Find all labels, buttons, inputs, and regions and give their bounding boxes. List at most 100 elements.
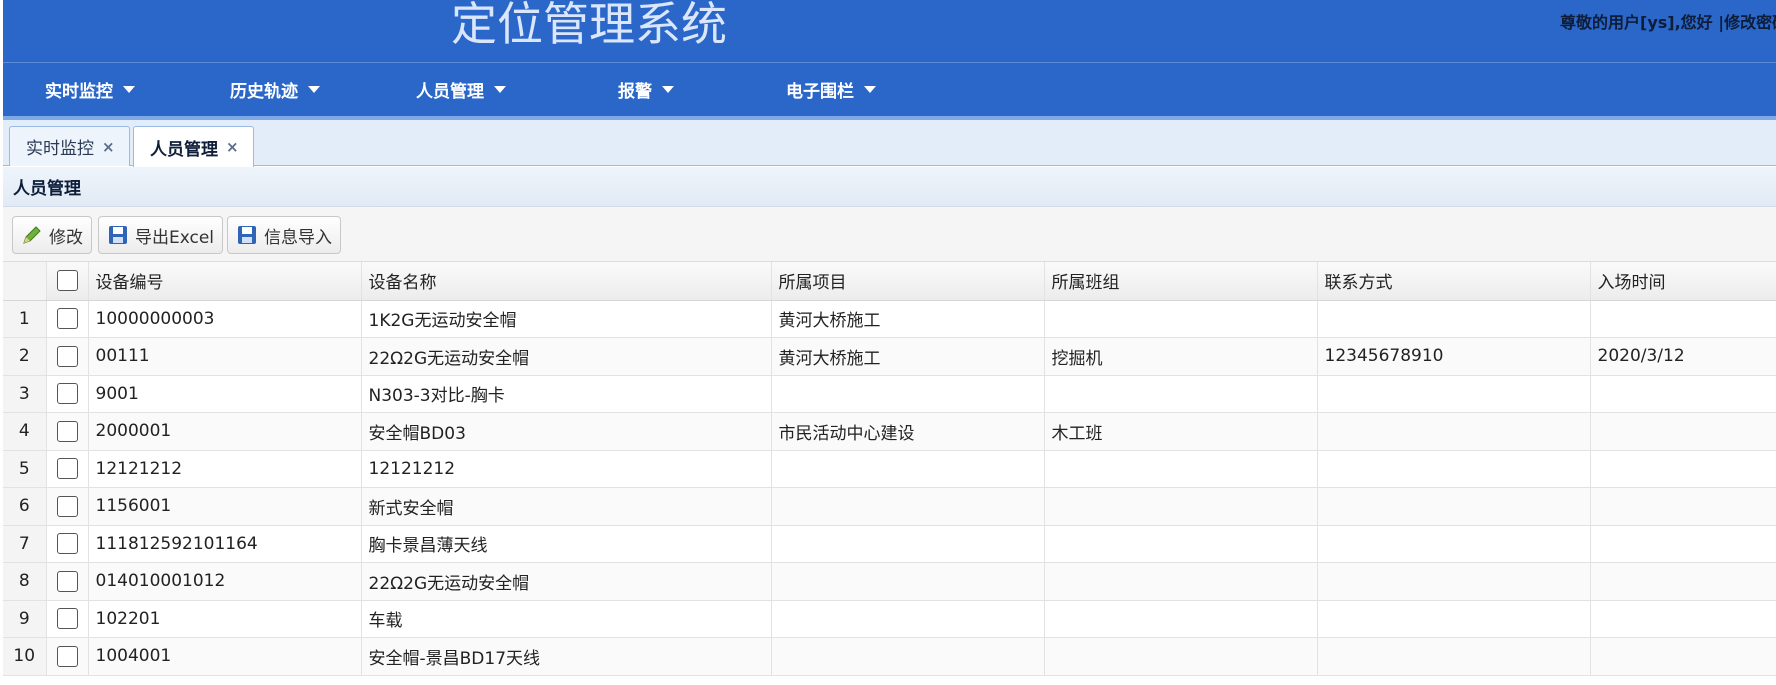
column-header-device-name[interactable]: 设备名称	[361, 262, 772, 301]
cell-team	[1044, 525, 1318, 563]
cell-team: 挖掘机	[1044, 337, 1318, 376]
cell-entry-time	[1590, 637, 1776, 676]
cell-device-name: 车载	[361, 600, 772, 638]
row-checkbox-cell[interactable]	[46, 375, 89, 413]
row-checkbox-cell[interactable]	[46, 487, 89, 526]
info-import-label: 信息导入	[264, 227, 332, 248]
row-checkbox[interactable]	[56, 458, 78, 480]
row-checkbox[interactable]	[56, 570, 78, 592]
panel-title: 人员管理	[3, 167, 1776, 207]
toolbar: 修改 导出Excel 信息导入	[3, 207, 1776, 262]
caret-down-icon	[308, 85, 320, 93]
cell-device-name: 安全帽-景昌BD17天线	[361, 637, 772, 676]
close-icon[interactable]: ×	[102, 138, 115, 156]
select-all-checkbox[interactable]	[56, 270, 78, 292]
row-checkbox-cell[interactable]	[46, 525, 89, 563]
row-checkbox[interactable]	[56, 383, 78, 405]
edit-button-label: 修改	[49, 227, 83, 248]
cell-device-id: 9001	[88, 375, 362, 413]
table-row[interactable]: 5 12121212 12121212	[3, 450, 1776, 488]
cell-project	[771, 562, 1045, 601]
cell-team	[1044, 375, 1318, 413]
row-checkbox-cell[interactable]	[46, 412, 89, 451]
cell-contact	[1317, 600, 1591, 638]
row-checkbox[interactable]	[56, 420, 78, 442]
table-row[interactable]: 7 111812592101164 胸卡景昌薄天线	[3, 525, 1776, 563]
close-icon[interactable]: ×	[226, 138, 239, 156]
cell-project	[771, 375, 1045, 413]
table-row[interactable]: 8 014010001012 22Ω2G无运动安全帽	[3, 562, 1776, 601]
row-checkbox[interactable]	[56, 308, 78, 330]
cell-entry-time: 2020/3/12	[1590, 337, 1776, 376]
table-row[interactable]: 2 00111 22Ω2G无运动安全帽 黄河大桥施工 挖掘机 123456789…	[3, 337, 1776, 376]
cell-device-name: 胸卡景昌薄天线	[361, 525, 772, 563]
cell-contact	[1317, 487, 1591, 526]
tab-personnel[interactable]: 人员管理 ×	[133, 126, 254, 167]
menu-item-realtime-monitor[interactable]: 实时监控	[45, 63, 135, 115]
row-checkbox-cell[interactable]	[46, 600, 89, 638]
personnel-table: 设备编号 设备名称 所属项目 所属班组 联系方式 入场时间 1 10000000…	[3, 262, 1776, 676]
main-menu: 实时监控 历史轨迹 人员管理 报警 电子围栏	[3, 63, 1776, 120]
menu-item-alarm[interactable]: 报警	[618, 63, 674, 115]
table-row[interactable]: 1 10000000003 1K2G无运动安全帽 黄河大桥施工	[3, 300, 1776, 338]
cell-team	[1044, 562, 1318, 601]
table-row[interactable]: 6 1156001 新式安全帽	[3, 487, 1776, 526]
cell-team	[1044, 637, 1318, 676]
row-checkbox-cell[interactable]	[46, 637, 89, 676]
cell-device-name: 新式安全帽	[361, 487, 772, 526]
cell-device-id: 102201	[88, 600, 362, 638]
column-header-entry-time[interactable]: 入场时间	[1590, 262, 1776, 301]
table-row[interactable]: 10 1004001 安全帽-景昌BD17天线	[3, 637, 1776, 676]
tab-realtime-monitor[interactable]: 实时监控 ×	[9, 126, 130, 166]
table-row[interactable]: 9 102201 车载	[3, 600, 1776, 638]
menu-item-label: 人员管理	[416, 81, 484, 102]
cell-project	[771, 450, 1045, 488]
tab-bar: 实时监控 × 人员管理 ×	[3, 120, 1776, 167]
pencil-icon	[21, 224, 43, 246]
row-number: 10	[3, 637, 47, 676]
row-checkbox[interactable]	[56, 345, 78, 367]
row-number: 2	[3, 337, 47, 376]
cell-device-id: 2000001	[88, 412, 362, 451]
row-checkbox-cell[interactable]	[46, 337, 89, 376]
save-disk-icon	[236, 224, 258, 246]
cell-device-id: 00111	[88, 337, 362, 376]
column-header-contact[interactable]: 联系方式	[1317, 262, 1591, 301]
row-number: 9	[3, 600, 47, 638]
menu-item-history-track[interactable]: 历史轨迹	[230, 63, 320, 115]
row-checkbox-cell[interactable]	[46, 562, 89, 601]
row-checkbox-cell[interactable]	[46, 450, 89, 488]
app-header: 定位管理系统 尊敬的用户[ys],您好 |修改密码 实时监控 历史轨迹 人员管理…	[3, 0, 1776, 120]
menu-item-personnel[interactable]: 人员管理	[416, 63, 506, 115]
edit-button[interactable]: 修改	[12, 216, 92, 254]
row-checkbox[interactable]	[56, 608, 78, 630]
row-checkbox[interactable]	[56, 495, 78, 517]
export-excel-button[interactable]: 导出Excel	[98, 216, 224, 254]
cell-contact	[1317, 450, 1591, 488]
table-row[interactable]: 4 2000001 安全帽BD03 市民活动中心建设 木工班	[3, 412, 1776, 451]
cell-contact: 12345678910	[1317, 337, 1591, 376]
tab-label: 人员管理	[150, 139, 218, 160]
cell-device-id: 10000000003	[88, 300, 362, 338]
table-row[interactable]: 3 9001 N303-3对比-胸卡	[3, 375, 1776, 413]
caret-down-icon	[123, 85, 135, 93]
menu-item-geofence[interactable]: 电子围栏	[786, 63, 876, 115]
cell-device-name: 12121212	[361, 450, 772, 488]
row-checkbox[interactable]	[56, 533, 78, 555]
column-header-device-id[interactable]: 设备编号	[88, 262, 362, 301]
column-header-project[interactable]: 所属项目	[771, 262, 1045, 301]
column-header-team[interactable]: 所属班组	[1044, 262, 1318, 301]
row-checkbox[interactable]	[56, 645, 78, 667]
cell-project: 黄河大桥施工	[771, 300, 1045, 338]
cell-team	[1044, 300, 1318, 338]
export-excel-label: 导出Excel	[135, 227, 215, 248]
row-checkbox-cell[interactable]	[46, 300, 89, 338]
row-number-header	[3, 262, 47, 301]
cell-entry-time	[1590, 525, 1776, 563]
cell-team	[1044, 450, 1318, 488]
info-import-button[interactable]: 信息导入	[227, 216, 341, 254]
tab-label: 实时监控	[26, 139, 94, 159]
select-all-checkbox-cell[interactable]	[46, 262, 89, 301]
cell-project	[771, 637, 1045, 676]
user-greeting[interactable]: 尊敬的用户[ys],您好 |修改密码	[1560, 9, 1776, 33]
